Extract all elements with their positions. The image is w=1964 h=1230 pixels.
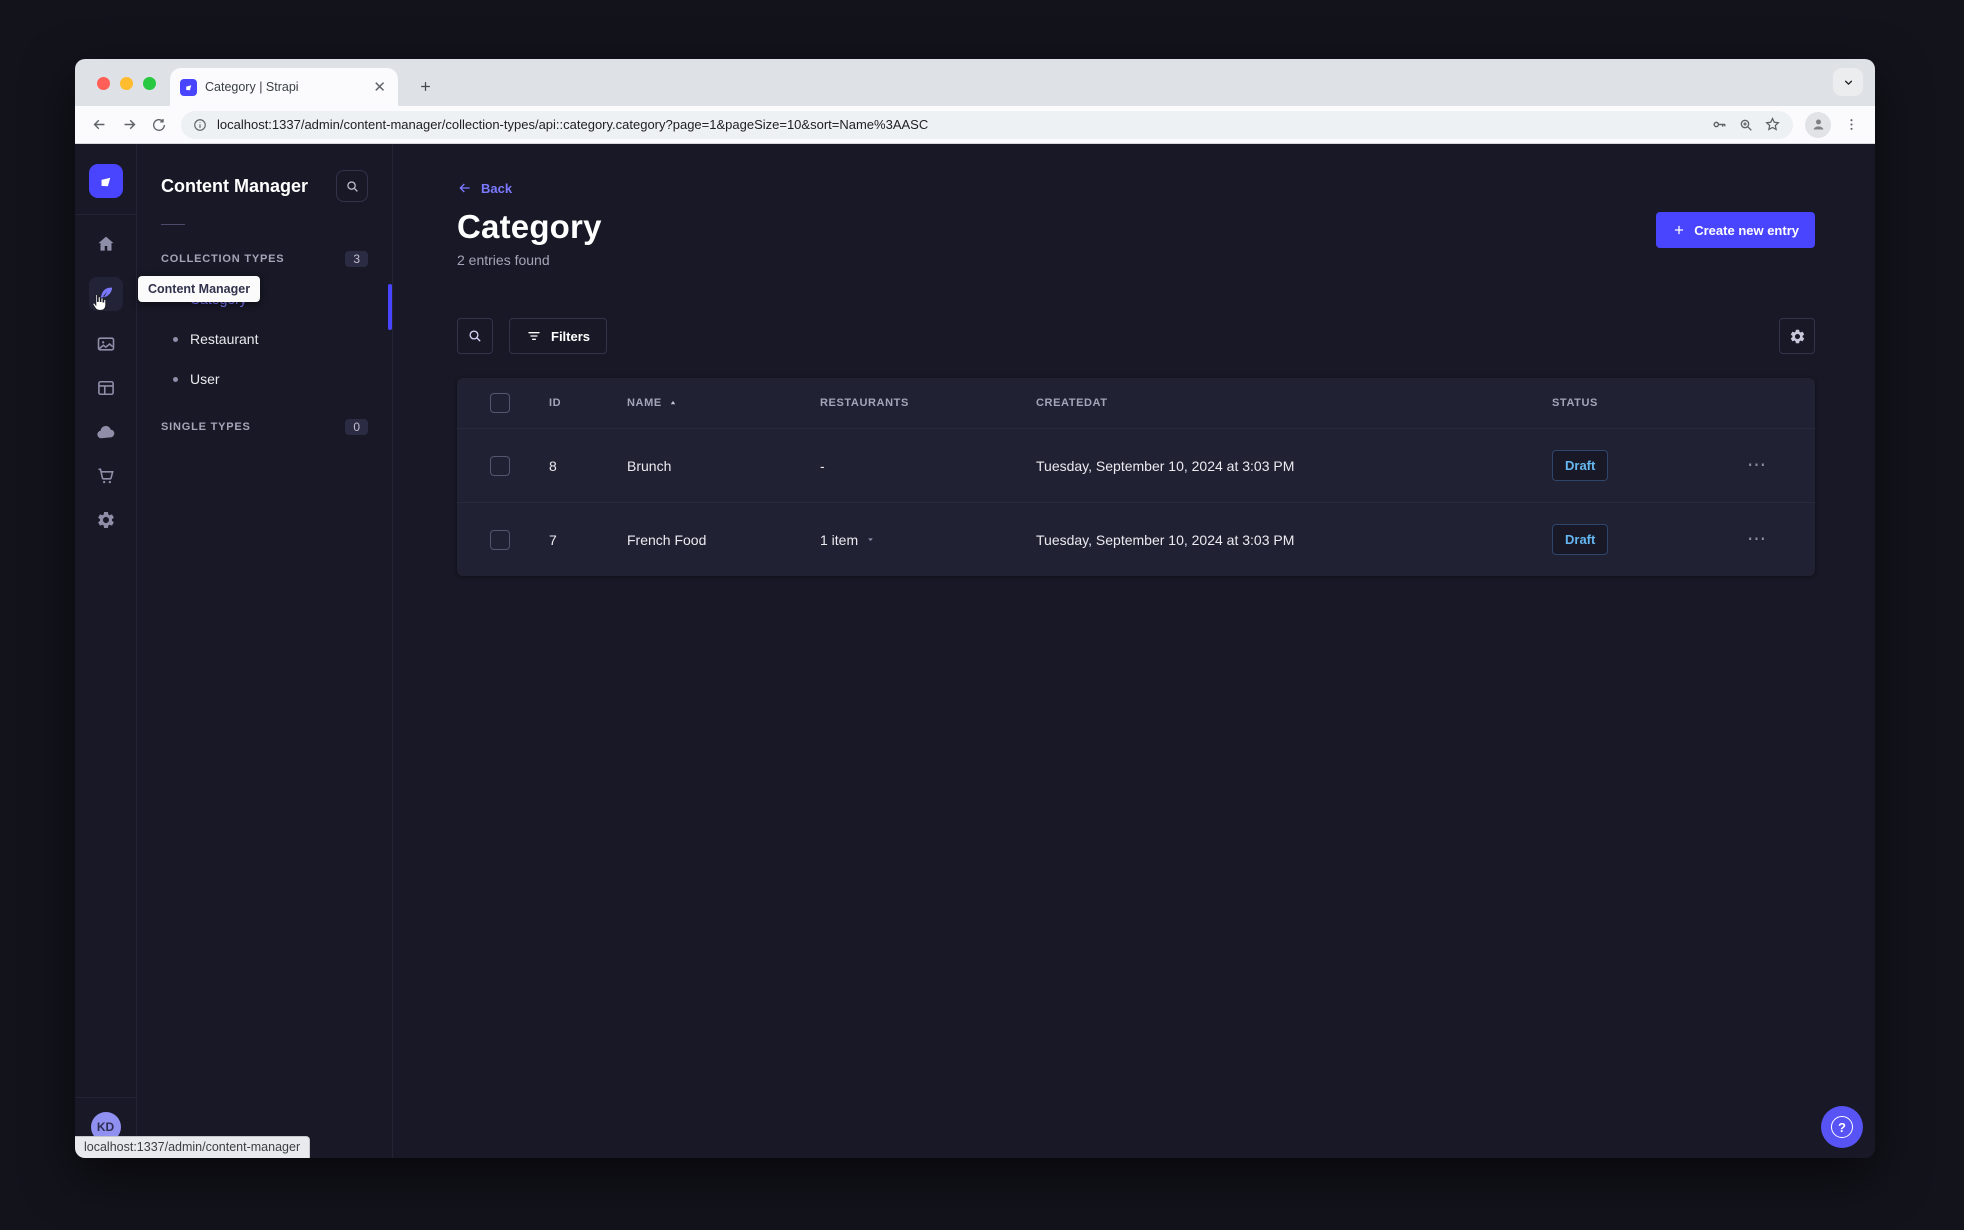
content-type-builder-icon[interactable] <box>95 377 117 399</box>
row-checkbox[interactable] <box>490 529 510 550</box>
marketplace-cart-icon[interactable] <box>95 465 117 487</box>
table-actions-row: Filters <box>457 318 1815 354</box>
table-row[interactable]: 8 Brunch - Tuesday, September 10, 2024 a… <box>457 428 1815 502</box>
back-link[interactable]: Back <box>457 180 512 196</box>
subnav-item-user[interactable]: User <box>161 359 368 399</box>
header-restaurants[interactable]: RESTAURANTS <box>820 397 1036 409</box>
table-row[interactable]: 7 French Food 1 item Tuesday, September … <box>457 502 1815 576</box>
single-types-label: SINGLE TYPES <box>161 421 251 433</box>
link-status-tooltip: localhost:1337/admin/content-manager <box>75 1136 311 1158</box>
collection-types-section: COLLECTION TYPES 3 Category Restaurant U… <box>137 251 392 399</box>
filters-button[interactable]: Filters <box>509 318 608 354</box>
cloud-icon[interactable] <box>95 421 117 443</box>
content-manager-tooltip: Content Manager <box>138 276 261 302</box>
collection-types-label: COLLECTION TYPES <box>161 253 285 265</box>
browser-window: Category | Strapi ✕ localhost:1337/admin… <box>75 59 1875 1158</box>
url-text[interactable]: localhost:1337/admin/content-manager/col… <box>217 117 1701 132</box>
filter-icon <box>528 332 540 340</box>
browser-profile-avatar[interactable] <box>1805 111 1831 138</box>
help-button[interactable]: ? <box>1821 1106 1863 1148</box>
header-status[interactable]: STATUS <box>1552 397 1747 409</box>
entries-table: ID NAME RESTAURANTS CREATEDAT STATUS 8 B… <box>457 378 1815 576</box>
tab-title: Category | Strapi <box>205 80 299 94</box>
cell-name: Brunch <box>627 457 672 474</box>
cell-restaurants: - <box>820 457 825 474</box>
forward-nav-icon[interactable] <box>115 111 143 139</box>
strapi-favicon <box>180 78 197 96</box>
bullet-icon <box>173 336 178 342</box>
view-settings-button[interactable] <box>1779 318 1815 354</box>
caret-down-icon <box>865 534 876 545</box>
media-library-icon[interactable] <box>95 333 117 355</box>
minimize-window-button[interactable] <box>120 77 133 90</box>
header-createdat[interactable]: CREATEDAT <box>1036 397 1552 409</box>
status-badge: Draft <box>1552 524 1609 555</box>
password-key-icon[interactable] <box>1711 116 1728 133</box>
rail-divider <box>75 214 136 215</box>
page-title: Category <box>457 208 602 245</box>
zoom-icon[interactable] <box>1738 117 1754 133</box>
mouse-cursor-hand <box>89 292 109 314</box>
single-types-section: SINGLE TYPES 0 <box>137 419 392 435</box>
cell-createdat: Tuesday, September 10, 2024 at 3:03 PM <box>1036 457 1295 474</box>
panel-search-button[interactable] <box>336 170 368 202</box>
active-item-indicator <box>388 284 392 330</box>
maximize-window-button[interactable] <box>143 77 156 90</box>
tab-strip: Category | Strapi ✕ <box>75 59 1875 106</box>
browser-menu-icon[interactable] <box>1837 111 1865 139</box>
traffic-lights <box>97 77 156 90</box>
header-name[interactable]: NAME <box>627 397 820 409</box>
main-content: Back Category 2 entries found Create new… <box>393 144 1875 1158</box>
panel-title: Content Manager <box>161 175 309 196</box>
tab-search-button[interactable] <box>1833 68 1863 96</box>
new-tab-button[interactable] <box>413 74 437 98</box>
create-new-entry-button[interactable]: Create new entry <box>1656 212 1815 248</box>
strapi-logo[interactable] <box>88 164 123 198</box>
single-types-count: 0 <box>345 419 368 435</box>
panel-divider <box>161 224 185 225</box>
back-arrow-icon <box>459 183 470 193</box>
plus-icon <box>1675 225 1684 235</box>
url-bar[interactable]: localhost:1337/admin/content-manager/col… <box>181 110 1793 139</box>
select-all-checkbox[interactable] <box>490 393 510 413</box>
bullet-icon <box>173 376 178 382</box>
rail-bottom-divider <box>75 1097 136 1098</box>
page-info-icon[interactable] <box>193 118 207 132</box>
back-nav-icon[interactable] <box>85 111 113 139</box>
close-window-button[interactable] <box>97 77 110 90</box>
question-mark-icon: ? <box>1831 1116 1853 1138</box>
table-header-row: ID NAME RESTAURANTS CREATEDAT STATUS <box>457 378 1815 428</box>
header-id[interactable]: ID <box>549 397 627 409</box>
reload-icon[interactable] <box>145 111 173 139</box>
bookmark-star-icon[interactable] <box>1764 116 1781 133</box>
cell-id: 7 <box>549 531 557 548</box>
search-button[interactable] <box>457 318 493 354</box>
settings-gear-icon[interactable] <box>95 509 117 531</box>
cell-createdat: Tuesday, September 10, 2024 at 3:03 PM <box>1036 531 1295 548</box>
subnav-item-restaurant[interactable]: Restaurant <box>161 319 368 359</box>
status-badge: Draft <box>1552 450 1609 481</box>
cell-id: 8 <box>549 457 557 474</box>
browser-toolbar: localhost:1337/admin/content-manager/col… <box>75 106 1875 144</box>
strapi-app: KD Content Manager COLLECTION TYPES 3 Re… <box>75 144 1875 1158</box>
browser-tab[interactable]: Category | Strapi ✕ <box>170 68 398 106</box>
collection-types-count: 3 <box>345 251 368 267</box>
cell-name: French Food <box>627 531 707 548</box>
entries-count: 2 entries found <box>457 252 550 268</box>
row-checkbox[interactable] <box>490 455 510 476</box>
cell-restaurants[interactable]: 1 item <box>820 532 1036 548</box>
home-icon[interactable] <box>95 233 117 255</box>
sort-asc-icon <box>668 398 678 408</box>
tab-close-icon[interactable]: ✕ <box>371 78 388 96</box>
